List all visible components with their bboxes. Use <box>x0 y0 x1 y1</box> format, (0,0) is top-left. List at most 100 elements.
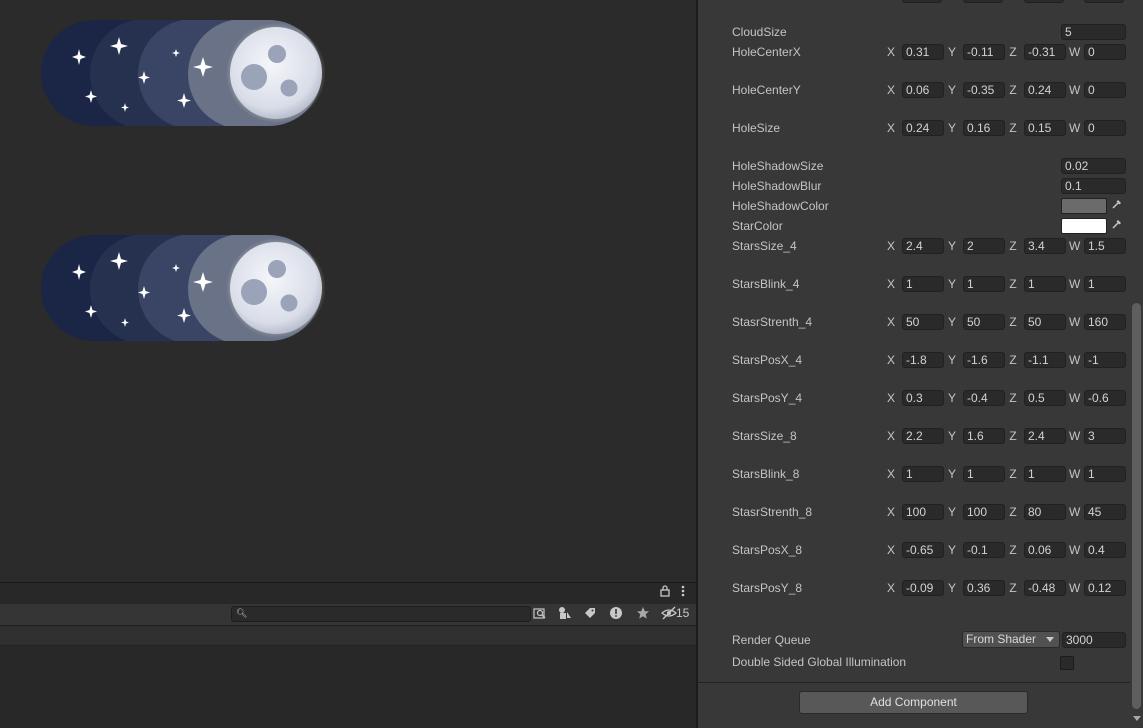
vector-z-field[interactable]: 1 <box>1024 276 1066 292</box>
axis-label-y[interactable]: Y <box>947 466 957 482</box>
vector-y-field[interactable]: 0.16 <box>963 120 1005 136</box>
label-icon[interactable] <box>582 606 598 622</box>
axis-label-w[interactable]: W <box>1069 542 1080 558</box>
scene-view[interactable] <box>0 0 696 582</box>
axis-label-y[interactable]: Y <box>947 352 957 368</box>
vector-y-field[interactable]: -1.6 <box>963 352 1005 368</box>
vector-y-field[interactable]: 1 <box>963 276 1005 292</box>
vector-w-field[interactable]: 0 <box>1084 82 1126 98</box>
search-input[interactable]: 🔍︎ <box>231 606 531 622</box>
vector-x-field[interactable]: -0.65 <box>902 542 944 558</box>
axis-label-y[interactable]: Y <box>947 238 957 254</box>
color-swatch[interactable] <box>1061 198 1107 214</box>
scroll-down-arrow-icon[interactable] <box>1133 716 1141 721</box>
vector-z-field[interactable]: -0.48 <box>1024 580 1066 596</box>
axis-label-w[interactable]: W <box>1069 44 1080 60</box>
vector-z-field[interactable]: 50 <box>1024 314 1066 330</box>
vector-z-field[interactable]: 2.4 <box>1024 428 1066 444</box>
vector-z-field[interactable]: 0.06 <box>1024 542 1066 558</box>
star-icon[interactable] <box>635 606 651 622</box>
axis-label-w[interactable]: W <box>1069 238 1080 254</box>
night-mode-toggle[interactable] <box>40 19 326 132</box>
vector-z-field[interactable]: 0.15 <box>1024 120 1066 136</box>
axis-label-z[interactable]: Z <box>1008 580 1018 596</box>
color-swatch[interactable] <box>1061 218 1107 234</box>
axis-label-x[interactable]: X <box>886 466 896 482</box>
axis-label-z[interactable]: Z <box>1008 276 1018 292</box>
vector-x-field[interactable]: 0.06 <box>902 82 944 98</box>
vector-y-field[interactable]: -0.35 <box>963 82 1005 98</box>
axis-label-y[interactable]: Y <box>947 390 957 406</box>
axis-label-x[interactable]: X <box>886 120 896 136</box>
vector-z-field[interactable]: 0.24 <box>1024 82 1066 98</box>
axis-label-x[interactable]: X <box>886 238 896 254</box>
axis-label-w[interactable]: W <box>1069 314 1080 330</box>
vector-w-field[interactable]: 160 <box>1084 314 1126 330</box>
axis-label-z[interactable]: Z <box>1008 542 1018 558</box>
axis-label-x[interactable]: X <box>886 428 896 444</box>
axis-label-z[interactable]: Z <box>1008 428 1018 444</box>
vector-x-field[interactable]: 2.2 <box>902 428 944 444</box>
clipped-field[interactable] <box>963 0 1003 3</box>
axis-label-w[interactable]: W <box>1069 276 1080 292</box>
vector-w-field[interactable]: 1 <box>1084 466 1126 482</box>
axis-label-w[interactable]: W <box>1069 390 1080 406</box>
vector-x-field[interactable]: 50 <box>902 314 944 330</box>
axis-label-x[interactable]: X <box>886 82 896 98</box>
vector-y-field[interactable]: 100 <box>963 504 1005 520</box>
axis-label-y[interactable]: Y <box>947 276 957 292</box>
vector-x-field[interactable]: -0.09 <box>902 580 944 596</box>
axis-label-y[interactable]: Y <box>947 314 957 330</box>
axis-label-z[interactable]: Z <box>1008 390 1018 406</box>
axis-label-y[interactable]: Y <box>947 428 957 444</box>
inspector-scroll-thumb[interactable] <box>1132 303 1141 709</box>
error-icon[interactable] <box>608 606 624 622</box>
axis-label-w[interactable]: W <box>1069 504 1080 520</box>
vector-z-field[interactable]: -0.31 <box>1024 44 1066 60</box>
eyedropper-icon[interactable] <box>1109 198 1125 214</box>
add-component-button[interactable]: Add Component <box>799 691 1028 714</box>
vector-x-field[interactable]: 100 <box>902 504 944 520</box>
vector-w-field[interactable]: 1.5 <box>1084 238 1126 254</box>
vector-z-field[interactable]: -1.1 <box>1024 352 1066 368</box>
axis-label-z[interactable]: Z <box>1008 238 1018 254</box>
axis-label-x[interactable]: X <box>886 352 896 368</box>
axis-label-z[interactable]: Z <box>1008 466 1018 482</box>
axis-label-z[interactable]: Z <box>1008 314 1018 330</box>
cloud-size-field[interactable]: 5 <box>1061 24 1126 40</box>
vector-x-field[interactable]: 1 <box>902 466 944 482</box>
axis-label-w[interactable]: W <box>1069 466 1080 482</box>
filter-type-icon[interactable] <box>557 606 573 622</box>
vector-z-field[interactable]: 1 <box>1024 466 1066 482</box>
axis-label-y[interactable]: Y <box>947 504 957 520</box>
vector-w-field[interactable]: 0.4 <box>1084 542 1126 558</box>
axis-label-x[interactable]: X <box>886 504 896 520</box>
clipped-field[interactable] <box>902 0 942 3</box>
clipped-field[interactable] <box>1024 0 1064 3</box>
axis-label-z[interactable]: Z <box>1008 82 1018 98</box>
axis-label-y[interactable]: Y <box>947 580 957 596</box>
vector-x-field[interactable]: 0.31 <box>902 44 944 60</box>
axis-label-y[interactable]: Y <box>947 44 957 60</box>
vector-w-field[interactable]: 3 <box>1084 428 1126 444</box>
axis-label-w[interactable]: W <box>1069 352 1080 368</box>
axis-label-w[interactable]: W <box>1069 82 1080 98</box>
kebab-menu-icon[interactable] <box>675 585 691 601</box>
axis-label-z[interactable]: Z <box>1008 504 1018 520</box>
axis-label-w[interactable]: W <box>1069 428 1080 444</box>
axis-label-w[interactable]: W <box>1069 580 1080 596</box>
axis-label-x[interactable]: X <box>886 390 896 406</box>
axis-label-y[interactable]: Y <box>947 542 957 558</box>
axis-label-z[interactable]: Z <box>1008 352 1018 368</box>
double-sided-gi-checkbox[interactable] <box>1060 656 1074 670</box>
vector-w-field[interactable]: -0.6 <box>1084 390 1126 406</box>
axis-label-x[interactable]: X <box>886 580 896 596</box>
scene-search-icon[interactable] <box>532 606 548 622</box>
vector-y-field[interactable]: -0.4 <box>963 390 1005 406</box>
axis-label-x[interactable]: X <box>886 276 896 292</box>
vector-x-field[interactable]: 0.3 <box>902 390 944 406</box>
axis-label-w[interactable]: W <box>1069 120 1080 136</box>
axis-label-y[interactable]: Y <box>947 120 957 136</box>
axis-label-x[interactable]: X <box>886 44 896 60</box>
vector-z-field[interactable]: 0.5 <box>1024 390 1066 406</box>
